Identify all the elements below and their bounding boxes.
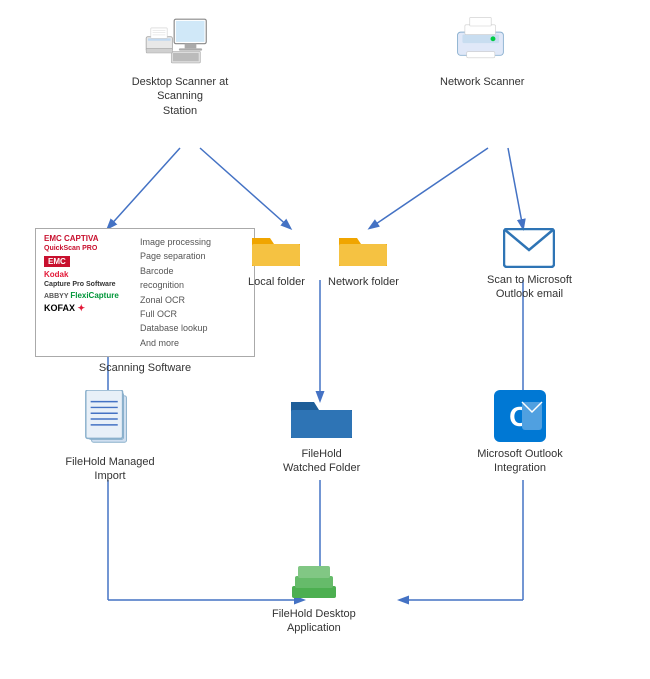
network-scanner-icon: [447, 15, 517, 70]
scanning-software-label: Scanning Software: [99, 361, 191, 375]
feature-2: Page separation: [140, 249, 211, 263]
brand-kofax: KOFAX ✦: [44, 303, 134, 314]
filehold-desktop-label: FileHold Desktop Application: [272, 607, 356, 636]
feature-6: Full OCR: [140, 307, 211, 321]
network-scanner-label: Network Scanner: [440, 75, 524, 89]
brand-emc-badge: EMC: [44, 256, 70, 267]
local-folder-node: Local folder: [248, 228, 305, 289]
brand-flexi: ABBYY FlexiCapture: [44, 291, 134, 300]
desktop-scanner-node: Desktop Scanner at Scanning Station: [120, 15, 240, 118]
filehold-desktop-icon: [288, 560, 340, 602]
watched-folder-node: FileHold Watched Folder: [283, 390, 360, 476]
scan-email-label: Scan to Microsoft Outlook email: [487, 273, 572, 302]
outlook-integration-node: O Microsoft Outlook Integration: [465, 390, 575, 476]
brand-emc-captiva: EMC CAPTIVAQuickScan PRO: [44, 235, 134, 253]
feature-3: Barcode: [140, 264, 211, 278]
filehold-desktop-node: FileHold Desktop Application: [272, 560, 356, 636]
feature-4: recognition: [140, 278, 211, 292]
feature-5: Zonal OCR: [140, 293, 211, 307]
desktop-scanner-label: Desktop Scanner at Scanning Station: [120, 75, 240, 118]
email-icon: [503, 228, 555, 268]
watched-folder-icon: [289, 390, 354, 442]
network-folder-icon: [337, 228, 389, 270]
local-folder-label: Local folder: [248, 275, 305, 289]
local-folder-icon: [250, 228, 302, 270]
network-folder-label: Network folder: [328, 275, 399, 289]
desktop-scanner-icon: [145, 15, 215, 70]
features-column: Image processing Page separation Barcode…: [140, 235, 211, 350]
managed-import-icon: [85, 390, 135, 450]
network-folder-node: Network folder: [328, 228, 399, 289]
brands-column: EMC CAPTIVAQuickScan PRO EMC KodakCaptur…: [44, 235, 134, 350]
network-scanner-node: Network Scanner: [440, 15, 524, 89]
outlook-integration-label: Microsoft Outlook Integration: [465, 447, 575, 476]
feature-8: And more: [140, 336, 211, 350]
feature-7: Database lookup: [140, 321, 211, 335]
diagram: Desktop Scanner at Scanning Station Netw…: [0, 0, 650, 679]
brand-kodak: KodakCapture Pro Software: [44, 270, 134, 288]
scan-email-node: Scan to Microsoft Outlook email: [487, 228, 572, 302]
managed-import-node: FileHold Managed Import: [60, 390, 160, 484]
watched-folder-label: FileHold Watched Folder: [283, 447, 360, 476]
managed-import-label: FileHold Managed Import: [60, 455, 160, 484]
scanning-software-box: EMC CAPTIVAQuickScan PRO EMC KodakCaptur…: [25, 228, 265, 375]
feature-1: Image processing: [140, 235, 211, 249]
outlook-icon: O: [494, 390, 546, 442]
